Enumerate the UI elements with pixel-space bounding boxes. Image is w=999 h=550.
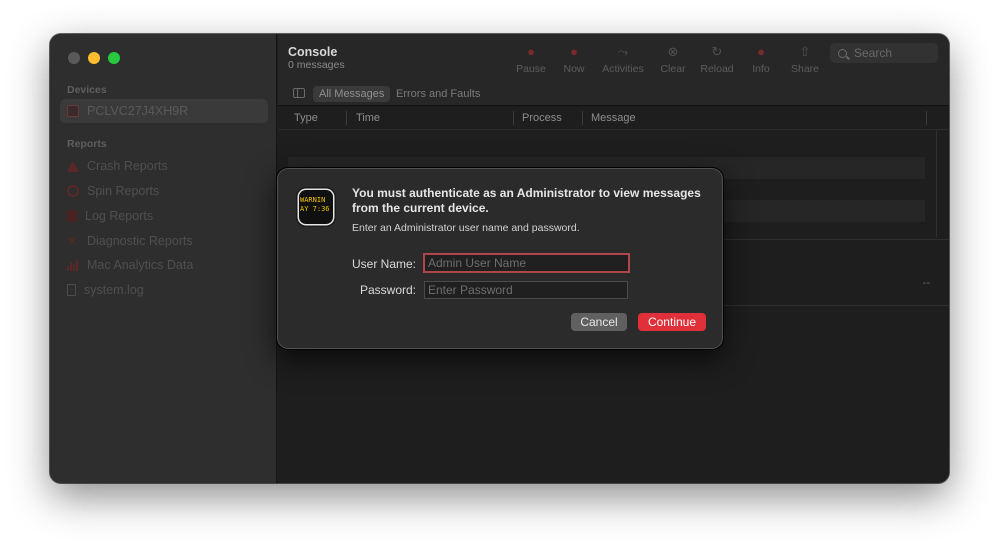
- username-label: User Name:: [351, 257, 416, 271]
- reports-header: Reports: [67, 138, 107, 150]
- sidebar-item-label: Log Reports: [85, 209, 154, 223]
- tab-all-messages[interactable]: All Messages: [313, 86, 391, 102]
- reload-icon: ↻: [711, 44, 723, 59]
- password-label: Password:: [359, 283, 416, 297]
- column-type[interactable]: Type: [294, 112, 318, 124]
- search-field[interactable]: [830, 43, 938, 63]
- message-count: 0 messages: [288, 59, 345, 71]
- column-message[interactable]: Message: [591, 112, 636, 124]
- sidebar-item-log-reports[interactable]: Log Reports: [60, 204, 268, 228]
- auth-dialog: WARNIN AY 7:36 You must authenticate as …: [277, 168, 723, 349]
- sidebar-item-label: Crash Reports: [87, 159, 168, 173]
- share-button[interactable]: ⇧ Share: [783, 44, 827, 75]
- activities-button[interactable]: ⤳ Activities: [601, 44, 645, 75]
- diagnostic-icon: ✕: [67, 234, 78, 248]
- sidebar-item-label: Mac Analytics Data: [87, 258, 194, 272]
- info-icon: ●: [757, 44, 765, 59]
- minimize-window-button[interactable]: [88, 52, 100, 64]
- column-process[interactable]: Process: [522, 112, 562, 124]
- filter-bar: All Messages Errors and Faults: [278, 82, 949, 106]
- window-controls: [68, 52, 120, 64]
- clear-icon: ⊗: [667, 44, 679, 59]
- computer-icon: [67, 105, 79, 117]
- device-name: PCLVC27J4XH9R: [87, 104, 189, 118]
- dialog-message: Enter an Administrator user name and pas…: [352, 222, 580, 234]
- info-button[interactable]: ● Info: [739, 44, 783, 75]
- tab-errors-and-faults[interactable]: Errors and Faults: [390, 86, 486, 102]
- sidebar-item-label: system.log: [84, 283, 144, 297]
- log-document-icon: [67, 210, 77, 222]
- zoom-window-button[interactable]: [108, 52, 120, 64]
- window-title: Console: [288, 45, 338, 59]
- cancel-button[interactable]: Cancel: [571, 313, 627, 331]
- detail-placeholder: --: [922, 277, 930, 289]
- pause-icon: ●: [527, 44, 535, 59]
- activities-icon: ⤳: [617, 44, 629, 59]
- sidebar-item-spin-reports[interactable]: Spin Reports: [60, 179, 268, 203]
- sidebar-item-system-log[interactable]: system.log: [60, 278, 268, 302]
- search-icon: [838, 48, 847, 58]
- password-input[interactable]: [424, 281, 628, 299]
- sidebar: Devices PCLVC27J4XH9R Reports Crash Repo…: [50, 34, 277, 483]
- now-button[interactable]: ● Now: [552, 44, 596, 75]
- continue-button[interactable]: Continue: [638, 313, 706, 331]
- sidebar-item-label: Diagnostic Reports: [87, 234, 193, 248]
- column-time[interactable]: Time: [356, 112, 380, 124]
- now-icon: ●: [570, 44, 578, 59]
- clear-button[interactable]: ⊗ Clear: [651, 44, 695, 75]
- analytics-bars-icon: [67, 259, 79, 271]
- warning-triangle-icon: [67, 160, 79, 172]
- sidebar-item-crash-reports[interactable]: Crash Reports: [60, 154, 268, 178]
- pause-button[interactable]: ● Pause: [509, 44, 553, 75]
- toolbar: Console 0 messages ● Pause ● Now ⤳ Activ…: [278, 34, 949, 82]
- sidebar-item-diagnostic-reports[interactable]: ✕ Diagnostic Reports: [60, 229, 268, 253]
- share-icon: ⇧: [799, 44, 811, 59]
- sidebar-item-label: Spin Reports: [87, 184, 160, 198]
- sidebar-item-device[interactable]: PCLVC27J4XH9R: [60, 99, 268, 123]
- scrollbar[interactable]: [936, 130, 937, 238]
- console-app-icon: WARNIN AY 7:36: [299, 190, 333, 224]
- document-icon: [67, 284, 76, 296]
- column-header: Type Time Process Message: [278, 107, 949, 130]
- sidebar-toggle-icon[interactable]: [293, 88, 305, 98]
- reload-button[interactable]: ↻ Reload: [695, 44, 739, 75]
- dialog-title: You must authenticate as an Administrato…: [352, 186, 701, 215]
- username-input[interactable]: [423, 253, 630, 273]
- sidebar-item-mac-analytics[interactable]: Mac Analytics Data: [60, 253, 268, 277]
- close-window-button[interactable]: [68, 52, 80, 64]
- spin-icon: [67, 185, 79, 197]
- devices-header: Devices: [67, 84, 107, 96]
- search-input[interactable]: [854, 46, 930, 60]
